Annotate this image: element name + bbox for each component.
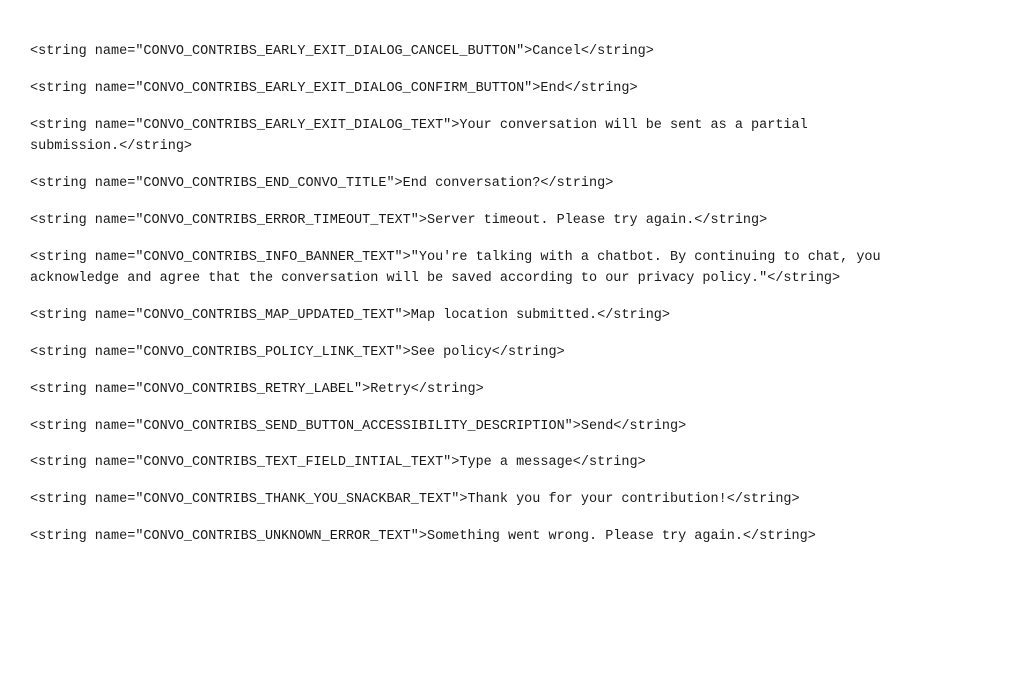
xml-line-line4: <string name="CONVO_CONTRIBS_END_CONVO_T… — [30, 174, 994, 195]
xml-line-line13: <string name="CONVO_CONTRIBS_UNKNOWN_ERR… — [30, 527, 994, 548]
xml-line-line10: <string name="CONVO_CONTRIBS_SEND_BUTTON… — [30, 417, 994, 438]
xml-line-line7: <string name="CONVO_CONTRIBS_MAP_UPDATED… — [30, 306, 994, 327]
xml-line-line3: <string name="CONVO_CONTRIBS_EARLY_EXIT_… — [30, 116, 994, 158]
xml-line-line2: <string name="CONVO_CONTRIBS_EARLY_EXIT_… — [30, 79, 994, 100]
xml-line-line11: <string name="CONVO_CONTRIBS_TEXT_FIELD_… — [30, 453, 994, 474]
xml-line-line6: <string name="CONVO_CONTRIBS_INFO_BANNER… — [30, 248, 994, 290]
xml-line-line5: <string name="CONVO_CONTRIBS_ERROR_TIMEO… — [30, 211, 994, 232]
xml-line-line1: <string name="CONVO_CONTRIBS_EARLY_EXIT_… — [30, 42, 994, 63]
xml-line-line9: <string name="CONVO_CONTRIBS_RETRY_LABEL… — [30, 380, 994, 401]
code-content: <string name="CONVO_CONTRIBS_EARLY_EXIT_… — [30, 20, 994, 548]
xml-line-line8: <string name="CONVO_CONTRIBS_POLICY_LINK… — [30, 343, 994, 364]
xml-line-line12: <string name="CONVO_CONTRIBS_THANK_YOU_S… — [30, 490, 994, 511]
